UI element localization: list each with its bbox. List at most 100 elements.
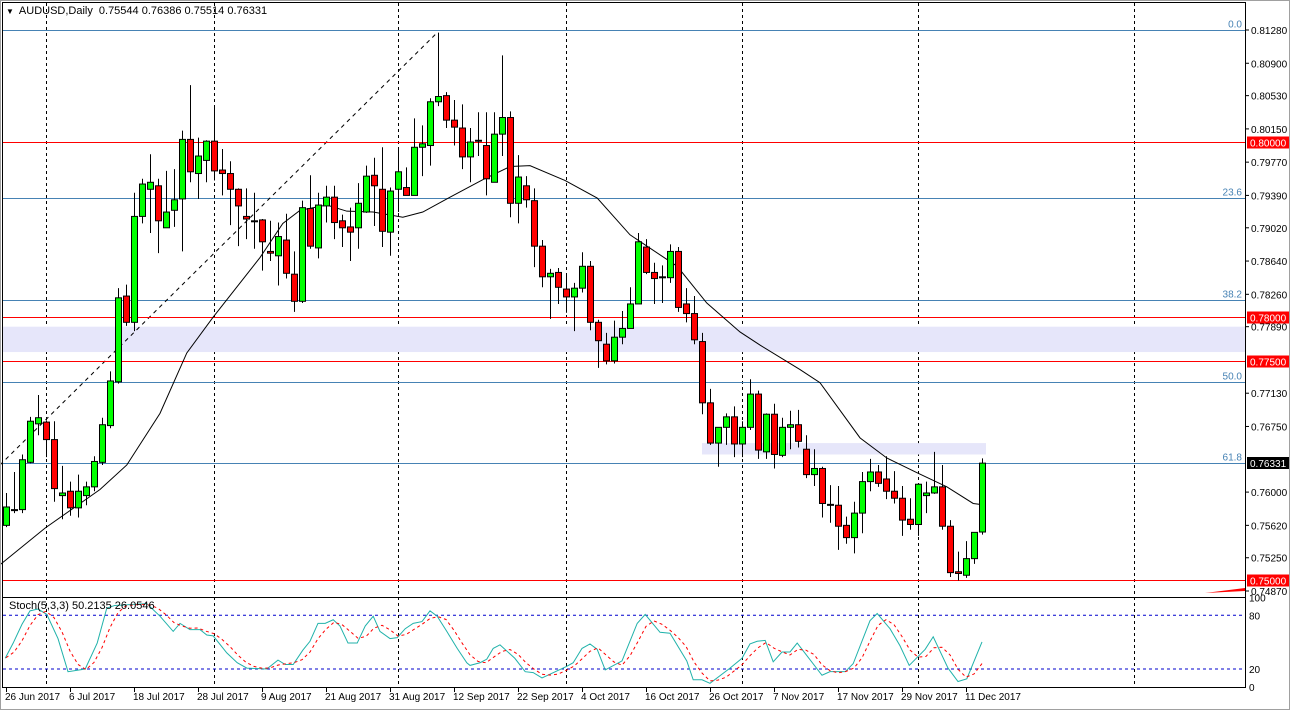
price-axis-label: 0.75620 [1251, 521, 1288, 532]
bearish-candle-body [948, 526, 954, 572]
bullish-candle-body [196, 156, 202, 174]
bearish-candle-body [372, 175, 378, 186]
bearish-candle-body [44, 422, 50, 440]
bullish-candle-body [572, 288, 578, 297]
time-axis-label: 26 Jun 2017 [5, 692, 60, 703]
bearish-candle-body [796, 425, 802, 442]
bullish-candle-body [468, 142, 474, 157]
fib-level-label: 0.0 [1228, 20, 1242, 31]
bearish-candle-body [652, 272, 658, 278]
time-axis-label: 9 Aug 2017 [261, 692, 312, 703]
bearish-candle-body [268, 251, 274, 253]
bearish-candle-body [52, 440, 58, 489]
bearish-candle-body [684, 304, 690, 314]
bullish-candle-body [812, 468, 818, 474]
bullish-candle-body [28, 421, 34, 462]
bullish-candle-body [660, 277, 666, 278]
bullish-candle-body [356, 203, 362, 228]
bullish-candle-body [924, 493, 930, 496]
bearish-candle-body [956, 572, 962, 574]
bearish-candle-body [68, 491, 74, 508]
candle [676, 247, 682, 312]
bearish-candle-body [228, 174, 234, 190]
stochastic-label: Stoch(5,3,3) 50.2135 26.0546 [9, 600, 155, 612]
price-axis-label: 0.79020 [1251, 224, 1288, 235]
bullish-candle-body [12, 510, 18, 511]
bullish-candle-body [84, 487, 90, 496]
bullish-candle-body [180, 139, 186, 199]
candle [948, 520, 954, 577]
bearish-candle-body [844, 525, 850, 537]
bearish-candle-body [900, 498, 906, 520]
price-tag-label: 0.75000 [1250, 577, 1287, 588]
bearish-candle-body [700, 342, 706, 403]
candle [980, 458, 986, 534]
bearish-candle-body [564, 289, 570, 297]
bullish-candle-body [612, 337, 618, 361]
time-axis-label: 18 Jul 2017 [133, 692, 185, 703]
chart-canvas[interactable]: 0.023.638.250.061.8 0.800000.780000.7750… [0, 0, 1290, 710]
price-axis-label: 0.80150 [1251, 125, 1288, 136]
bullish-candle-body [500, 118, 506, 135]
bearish-candle-body [756, 394, 762, 450]
stoch-axis-label: 80 [1249, 611, 1261, 622]
bearish-candle-body [244, 216, 250, 219]
bullish-candle-body [852, 513, 858, 538]
time-axis-label: 31 Aug 2017 [389, 692, 446, 703]
bullish-candle-body [548, 273, 554, 277]
bearish-candle-body [772, 414, 778, 454]
bullish-candle-body [108, 381, 114, 426]
bearish-candle-body [220, 170, 226, 174]
bearish-candle-body [524, 186, 530, 200]
candle [300, 201, 306, 303]
price-axis-label: 0.79770 [1251, 158, 1288, 169]
price-axis-label: 0.76750 [1251, 422, 1288, 433]
time-axis-label: 22 Sep 2017 [517, 692, 574, 703]
bearish-candle-body [508, 118, 514, 204]
bearish-candle-body [404, 188, 410, 196]
bullish-candle-body [516, 177, 522, 203]
bullish-candle-body [748, 394, 754, 427]
price-axis-label: 0.80900 [1251, 59, 1288, 70]
bearish-candle-body [692, 314, 698, 340]
bullish-candle-body [396, 172, 402, 190]
bullish-candle-body [324, 197, 330, 206]
bearish-candle-body [380, 189, 386, 231]
candle [636, 233, 642, 304]
time-axis-label: 29 Nov 2017 [901, 692, 958, 703]
bearish-candle-body [484, 146, 490, 179]
bullish-candle-body [724, 417, 730, 428]
chart-window: 0.023.638.250.061.8 0.800000.780000.7750… [0, 0, 1290, 710]
bullish-candle-body [140, 184, 146, 216]
bearish-candle-body [708, 403, 714, 443]
price-axis-label: 0.78640 [1251, 257, 1288, 268]
bullish-candle-body [204, 141, 210, 160]
bearish-candle-body [820, 468, 826, 503]
bullish-candle-body [4, 507, 10, 525]
bearish-candle-body [596, 322, 602, 340]
bearish-candle-body [292, 274, 298, 301]
bearish-candle-body [828, 504, 834, 505]
price-axis-label: 0.81280 [1251, 26, 1288, 37]
bearish-candle-body [252, 221, 258, 222]
time-axis-label: 17 Nov 2017 [837, 692, 894, 703]
candle [116, 288, 122, 383]
bullish-candle-body [132, 216, 138, 322]
bullish-candle-body [628, 304, 634, 329]
bearish-candle-body [732, 417, 738, 444]
candle [92, 456, 98, 491]
time-axis-label: 21 Aug 2017 [325, 692, 382, 703]
bearish-candle-body [884, 479, 890, 491]
bullish-candle-body [388, 191, 394, 232]
dropdown-triangle-icon[interactable]: ▼ [6, 7, 14, 16]
candle [508, 111, 514, 217]
bearish-candle-body [332, 197, 338, 222]
bullish-candle-body [716, 427, 722, 443]
price-axis-label: 0.79390 [1251, 191, 1288, 202]
bullish-candle-body [788, 425, 794, 428]
price-tag-label: 0.77500 [1250, 358, 1287, 369]
bullish-candle-body [668, 251, 674, 277]
bearish-candle-body [836, 505, 842, 526]
time-axis-label: 12 Sep 2017 [453, 692, 510, 703]
bullish-candle-body [60, 493, 66, 496]
